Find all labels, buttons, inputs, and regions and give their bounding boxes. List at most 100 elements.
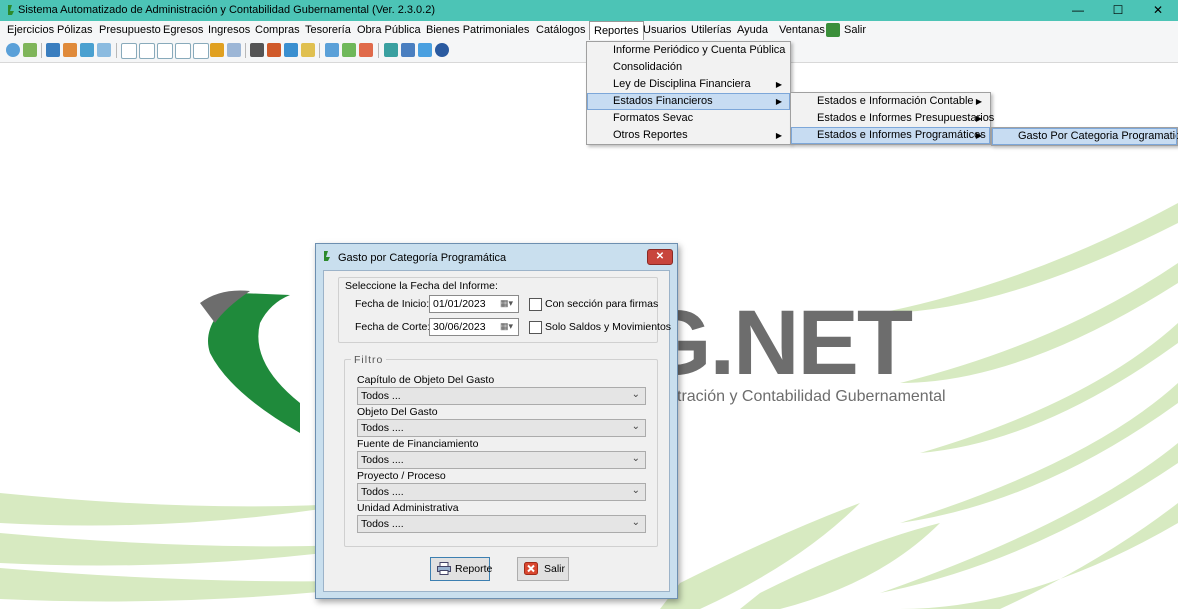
menu-presupuesto[interactable]: Presupuesto <box>99 24 161 36</box>
menu-item-estados-contable[interactable]: Estados e Información Contable ▶ <box>791 93 990 110</box>
firmas-checkbox[interactable] <box>529 298 542 311</box>
box-icon[interactable] <box>301 43 315 57</box>
fecha-group: Seleccione la Fecha del Informe: Fecha d… <box>338 277 671 343</box>
menu-item-label: Formatos Sevac <box>613 112 694 124</box>
fecha-inicio-picker[interactable]: 01/01/2023 ▦▾ <box>429 295 519 313</box>
document-icon[interactable] <box>23 43 37 57</box>
saldos-checkbox[interactable] <box>529 321 542 334</box>
calculator-icon[interactable] <box>250 43 264 57</box>
dialog-body: Seleccione la Fecha del Informe: Fecha d… <box>323 270 671 592</box>
objeto-gasto-value: Todos .... <box>361 422 404 434</box>
window-title: Sistema Automatizado de Administración y… <box>18 4 436 16</box>
menu-usuarios[interactable]: Usuarios <box>643 24 686 36</box>
menu-ejercicios[interactable]: Ejercicios <box>7 24 54 36</box>
toolbar-separator <box>245 43 246 58</box>
close-button[interactable]: ✕ <box>1138 0 1178 21</box>
menu-item-label: Estados Financieros <box>613 95 713 107</box>
fuente-financiamiento-select[interactable]: Todos .... ⌄ <box>357 451 646 469</box>
filtro-group-label: Filtro <box>351 354 387 366</box>
chevron-down-icon: ⌄ <box>631 485 640 496</box>
objeto-gasto-select[interactable]: Todos .... ⌄ <box>357 419 646 437</box>
menu-ventanas[interactable]: Ventanas <box>779 24 825 36</box>
proyecto-value: Todos .... <box>361 486 404 498</box>
fuente-financiamiento-value: Todos .... <box>361 454 404 466</box>
menu-item-label: Ley de Disciplina Financiera <box>613 78 751 90</box>
package-icon[interactable] <box>210 43 224 57</box>
menu-item-ley-disciplina[interactable]: Ley de Disciplina Financiera ▶ <box>587 76 790 93</box>
save-icon[interactable] <box>418 43 432 57</box>
app-icon <box>324 251 330 261</box>
maximize-button[interactable]: ☐ <box>1098 0 1138 21</box>
menu-polizas[interactable]: Pólizas <box>57 24 92 36</box>
menu-item-otros-reportes[interactable]: Otros Reportes ▶ <box>587 127 790 144</box>
users-icon[interactable] <box>284 43 298 57</box>
menu-item-label: Estados e Informes Presupuestarios <box>817 112 995 124</box>
lock-icon[interactable] <box>401 43 415 57</box>
grid-icon[interactable] <box>97 43 111 57</box>
menu-reportes[interactable]: Reportes <box>589 21 644 40</box>
e-icon[interactable] <box>157 43 173 59</box>
salir-button[interactable]: Salir <box>517 557 569 581</box>
fuente-financiamiento-label: Fuente de Financiamiento <box>357 438 479 450</box>
print-icon[interactable] <box>227 43 241 57</box>
chevron-down-icon: ⌄ <box>631 389 640 400</box>
menu-item-estados-presupuestarios[interactable]: Estados e Informes Presupuestarios ▶ <box>791 110 994 127</box>
salir-button-label: Salir <box>544 563 566 575</box>
menu-item-estados-financieros[interactable]: Estados Financieros ▶ <box>587 93 790 110</box>
palette-icon[interactable] <box>359 43 373 57</box>
close-icon <box>524 562 538 575</box>
saldos-checkbox-label: Solo Saldos y Movimientos <box>545 321 672 333</box>
toolbar-separator <box>319 43 320 58</box>
toolbar-separator <box>41 43 42 58</box>
c-icon[interactable] <box>121 43 137 59</box>
menu-item-consolidacion[interactable]: Consolidación <box>587 59 790 76</box>
fecha-inicio-value: 01/01/2023 <box>433 298 486 310</box>
calendar-dropdown-icon[interactable]: ▦▾ <box>500 321 514 332</box>
menu-item-formatos-sevac[interactable]: Formatos Sevac <box>587 110 790 127</box>
capitulo-label: Capítulo de Objeto Del Gasto <box>357 374 495 386</box>
window-title-bar: Sistema Automatizado de Administración y… <box>0 0 1178 21</box>
chart-icon[interactable] <box>267 43 281 57</box>
help-icon[interactable] <box>435 43 449 57</box>
menu-item-gasto-categoria[interactable]: Gasto Por Categoria Programatica <box>992 128 1178 145</box>
fecha-corte-picker[interactable]: 30/06/2023 ▦▾ <box>429 318 519 336</box>
capitulo-select[interactable]: Todos ... ⌄ <box>357 387 646 405</box>
menu-bienes-patrimoniales[interactable]: Bienes Patrimoniales <box>426 24 529 36</box>
toolbar-separator <box>378 43 379 58</box>
transfer-icon[interactable] <box>63 43 77 57</box>
menu-ingresos[interactable]: Ingresos <box>208 24 250 36</box>
tree-icon[interactable] <box>384 43 398 57</box>
menu-item-estados-programaticos[interactable]: Estados e Informes Programáticos ▶ <box>791 127 990 144</box>
p-icon[interactable] <box>175 43 191 59</box>
menu-item-label: Consolidación <box>613 61 683 73</box>
submenu-arrow-icon: ▶ <box>975 114 982 123</box>
dialog-title-bar[interactable]: Gasto por Categoría Programática ✕ <box>316 244 677 270</box>
menu-tesoreria[interactable]: Tesorería <box>305 24 351 36</box>
calendar-dropdown-icon[interactable]: ▦▾ <box>500 298 514 309</box>
minimize-button[interactable]: — <box>1058 0 1098 21</box>
unidad-administrativa-select[interactable]: Todos .... ⌄ <box>357 515 646 533</box>
menu-catalogos[interactable]: Catálogos <box>536 24 586 36</box>
tools-icon[interactable] <box>342 43 356 57</box>
dialog-close-button[interactable]: ✕ <box>647 249 673 265</box>
menu-utilerias[interactable]: Utilerías <box>691 24 731 36</box>
proyecto-select[interactable]: Todos .... ⌄ <box>357 483 646 501</box>
menu-item-informe-periodico[interactable]: Informe Periódico y Cuenta Pública <box>587 42 790 59</box>
d-icon[interactable] <box>139 43 155 59</box>
report-icon[interactable] <box>325 43 339 57</box>
estados-financieros-menu: Estados e Información Contable ▶ Estados … <box>790 92 994 145</box>
reporte-button[interactable]: Reporte <box>430 557 492 581</box>
menu-compras[interactable]: Compras <box>255 24 300 36</box>
menu-egresos[interactable]: Egresos <box>163 24 203 36</box>
proyecto-label: Proyecto / Proceso <box>357 470 446 482</box>
window-icon[interactable] <box>80 43 94 57</box>
salir-icon[interactable] <box>826 23 840 37</box>
submenu-arrow-icon: ▶ <box>975 97 982 106</box>
blank-document-icon[interactable] <box>193 43 209 59</box>
menu-ayuda[interactable]: Ayuda <box>737 24 768 36</box>
menu-salir[interactable]: Salir <box>844 24 866 36</box>
menu-item-label: Otros Reportes <box>613 129 688 141</box>
database-icon[interactable] <box>46 43 60 57</box>
refresh-icon[interactable] <box>6 43 20 57</box>
menu-obra-publica[interactable]: Obra Pública <box>357 24 421 36</box>
